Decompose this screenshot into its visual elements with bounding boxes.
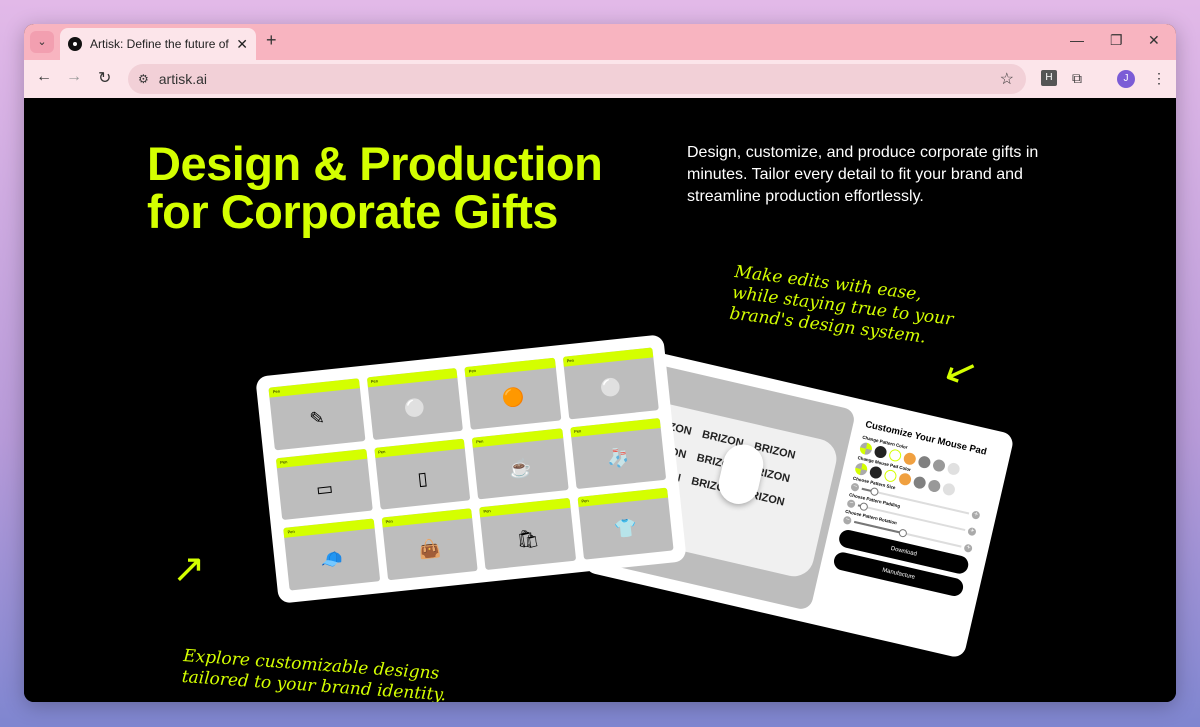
- color-swatch[interactable]: [902, 451, 917, 466]
- color-swatch[interactable]: [897, 472, 913, 487]
- minus-icon[interactable]: −: [850, 482, 860, 492]
- card-label: Pen: [268, 378, 360, 398]
- tab-active[interactable]: Artisk: Define the future of brand ✕: [60, 28, 256, 60]
- color-swatch[interactable]: [917, 454, 932, 470]
- site-info-icon[interactable]: ⚙: [138, 72, 149, 86]
- card-label: Pen: [479, 498, 571, 518]
- color-swatch[interactable]: [912, 475, 927, 490]
- arrow-down-left-icon: ↙: [937, 344, 985, 398]
- card-label: Pen: [381, 508, 473, 528]
- product-card-shopping-bag[interactable]: Pen 🛍: [479, 498, 576, 571]
- card-label: Pen: [275, 448, 367, 468]
- plus-icon[interactable]: +: [963, 543, 973, 554]
- toolbar: ← → ↻ ⚙ artisk.ai ☆ H ⧉ J ⋮: [24, 60, 1176, 98]
- pen-icon: ✎: [308, 407, 326, 430]
- card-label: Pen: [562, 347, 654, 367]
- favicon-icon: [68, 37, 82, 51]
- button-badge-icon: ⚪: [598, 376, 624, 399]
- new-tab-button[interactable]: +: [266, 30, 277, 51]
- card-label: Pen: [283, 518, 375, 539]
- extension-h-icon[interactable]: H: [1041, 70, 1057, 86]
- tote-bag-icon: 👜: [417, 537, 443, 561]
- product-card-tote-bag[interactable]: Pen 👜: [381, 508, 478, 581]
- tab-title: Artisk: Define the future of brand: [90, 37, 230, 51]
- extensions-puzzle-icon[interactable]: ⧉: [1072, 70, 1082, 87]
- color-swatch[interactable]: [887, 448, 903, 463]
- product-card-button-badge[interactable]: Pen ⚪: [562, 347, 659, 420]
- address-bar[interactable]: ⚙ artisk.ai ☆: [128, 64, 1026, 94]
- minus-icon[interactable]: −: [846, 498, 856, 509]
- tab-bar: ⌄ Artisk: Define the future of brand ✕ +…: [24, 24, 1176, 60]
- notebook-icon: ▯: [416, 468, 429, 490]
- product-card-mug[interactable]: Pen ☕: [471, 427, 569, 500]
- sock-icon: 🧦: [606, 446, 631, 470]
- shopping-bag-icon: 🛍: [515, 527, 541, 550]
- color-swatch[interactable]: [883, 468, 898, 484]
- restore-icon[interactable]: ❐: [1110, 32, 1123, 49]
- close-tab-icon[interactable]: ✕: [236, 36, 248, 53]
- annotation-left: Explore customizable designs tailored to …: [181, 646, 447, 702]
- curly-arrow-icon: ↗: [172, 547, 206, 591]
- minimize-icon[interactable]: —: [1070, 32, 1084, 48]
- slider-knob[interactable]: [869, 486, 880, 497]
- color-swatch[interactable]: [868, 465, 884, 480]
- card-label: Pen: [373, 438, 465, 458]
- product-card-sock[interactable]: Pen 🧦: [569, 417, 667, 490]
- menu-kebab-icon[interactable]: ⋮: [1152, 70, 1166, 87]
- bookmark-star-icon[interactable]: ☆: [1000, 69, 1014, 89]
- url-text: artisk.ai: [158, 71, 207, 87]
- product-card-pen[interactable]: Pen ✎: [268, 378, 365, 451]
- product-card-mouse-pad[interactable]: Pen ▭: [275, 448, 373, 521]
- t-shirt-icon: 👕: [613, 517, 638, 540]
- cap-icon: 🧢: [319, 548, 345, 571]
- color-swatch[interactable]: [931, 458, 947, 473]
- hero-description: Design, customize, and produce corporate…: [687, 144, 1039, 205]
- hero-title: Design & Production for Corporate Gifts: [147, 137, 603, 238]
- mouse-pad-icon: ▭: [315, 478, 335, 500]
- color-swatch[interactable]: [941, 482, 957, 497]
- coaster-icon: 🟠: [500, 386, 526, 410]
- color-swatch[interactable]: [858, 441, 874, 456]
- product-card-t-shirt[interactable]: Pen 👕: [577, 487, 674, 560]
- product-card-coaster[interactable]: Pen 🟠: [464, 357, 561, 430]
- card-label: Pen: [471, 427, 563, 448]
- card-label: Pen: [577, 487, 669, 508]
- mug-icon: ☕: [508, 457, 533, 480]
- product-card-notebook[interactable]: Pen ▯: [373, 438, 471, 511]
- slider-knob[interactable]: [897, 528, 908, 538]
- minus-icon[interactable]: −: [842, 515, 853, 526]
- plus-icon[interactable]: +: [971, 510, 981, 520]
- back-icon[interactable]: ←: [36, 68, 52, 86]
- forward-icon[interactable]: →: [66, 68, 82, 86]
- keychain-icon: ⚪: [402, 397, 428, 420]
- browser-window: ⌄ Artisk: Define the future of brand ✕ +…: [24, 24, 1176, 702]
- reload-icon[interactable]: ↻: [98, 68, 111, 88]
- card-label: Pen: [366, 367, 458, 388]
- product-catalog: Pen ✎ Pen ⚪ Pen 🟠 Pen ⚪ Pen ▭ Pen ▯ Pen ☕ Pen 🧦 Pen 🧢 Pen 👜…: [255, 334, 687, 604]
- color-swatch[interactable]: [946, 461, 961, 477]
- tab-search-button[interactable]: ⌄: [30, 31, 54, 53]
- annotation-right: Make edits with ease, while staying true …: [728, 262, 955, 348]
- slider-knob[interactable]: [858, 501, 869, 512]
- product-card-keychain[interactable]: Pen ⚪: [366, 367, 463, 440]
- color-swatch[interactable]: [873, 444, 888, 460]
- product-card-cap[interactable]: Pen 🧢: [283, 518, 380, 591]
- color-swatch[interactable]: [854, 461, 869, 477]
- card-label: Pen: [464, 357, 556, 378]
- color-swatch[interactable]: [927, 478, 942, 494]
- page-content: Design & Production for Corporate Gifts D…: [24, 98, 1176, 702]
- profile-avatar[interactable]: J: [1117, 70, 1135, 88]
- plus-icon[interactable]: +: [967, 526, 977, 537]
- close-window-icon[interactable]: ✕: [1148, 32, 1160, 49]
- card-label: Pen: [569, 417, 661, 438]
